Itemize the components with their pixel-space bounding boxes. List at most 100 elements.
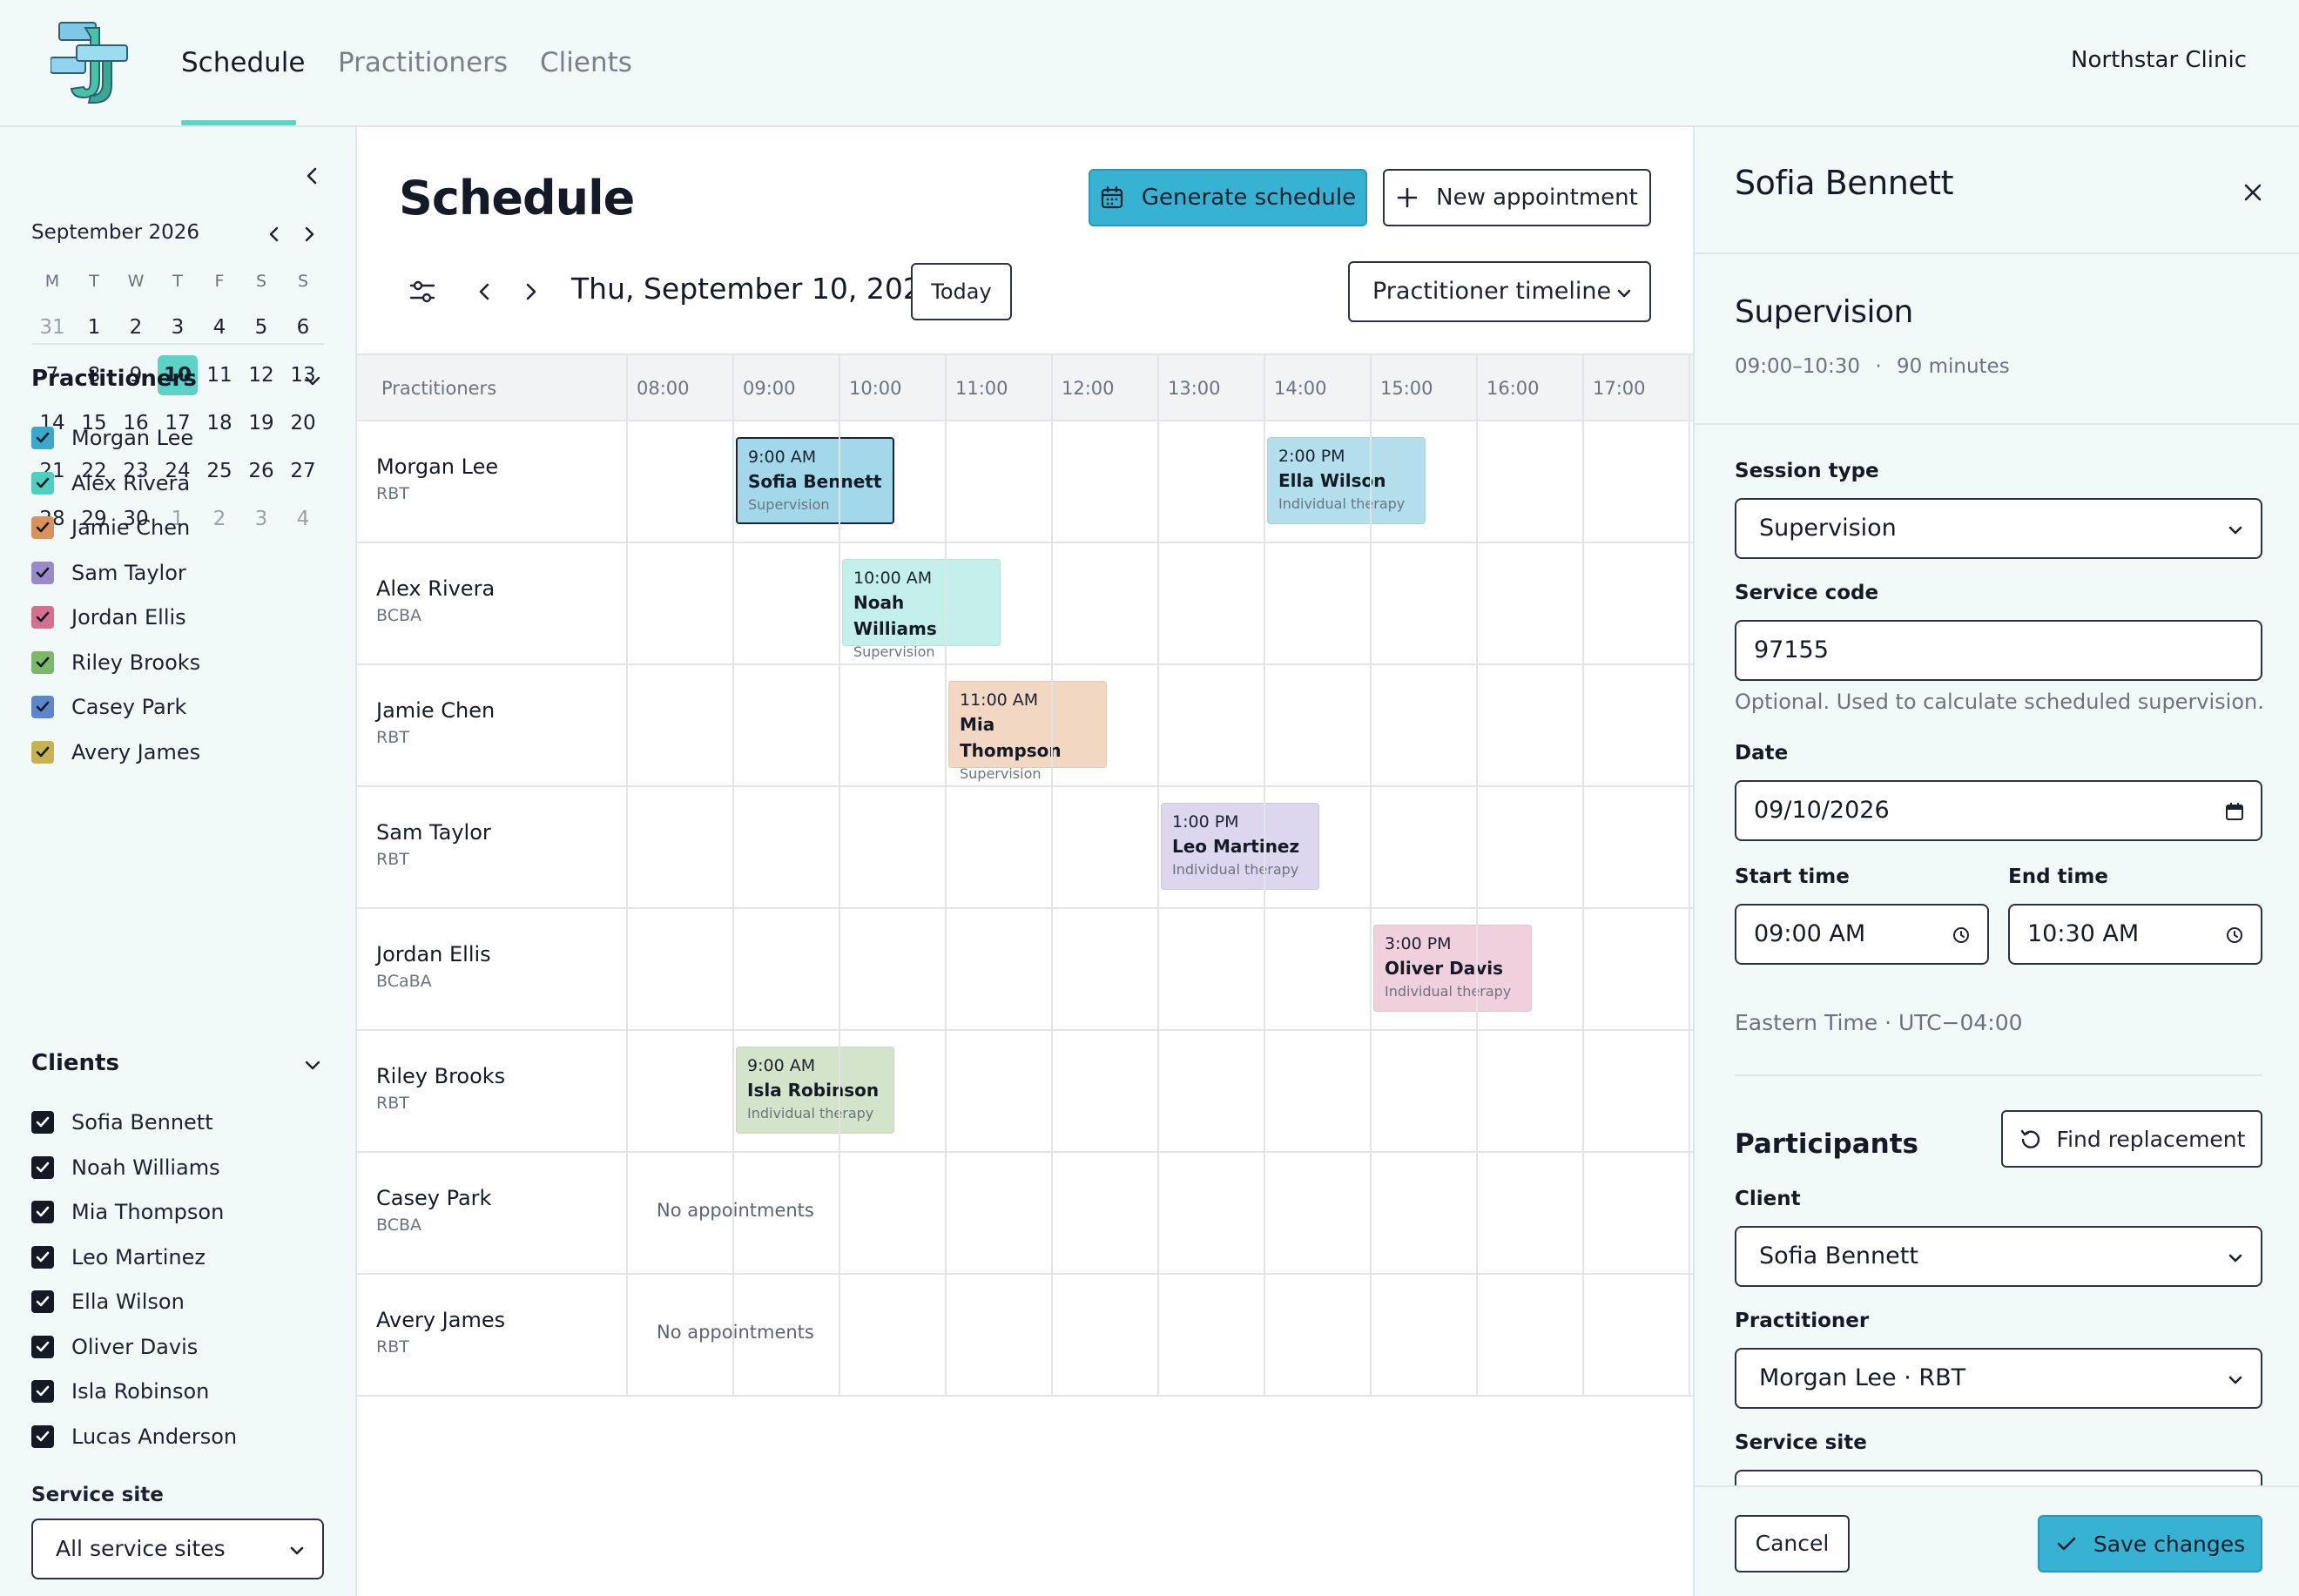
checkbox[interactable]	[31, 606, 54, 629]
checkbox[interactable]	[31, 740, 54, 764]
calendar-day[interactable]: 19	[240, 403, 282, 443]
calendar-day[interactable]: 20	[282, 403, 324, 443]
next-month-icon[interactable]	[296, 221, 322, 247]
row-practitioner-name[interactable]: Alex Rivera	[376, 576, 495, 601]
calendar-icon[interactable]	[2224, 801, 2245, 822]
calendar-day[interactable]: 11	[199, 355, 240, 395]
client-filter-item[interactable]: Mia Thompson	[31, 1197, 224, 1227]
tab-practitioners[interactable]: Practitioners	[338, 44, 508, 82]
calendar-day[interactable]: 2	[199, 499, 240, 539]
appointment-card[interactable]: 9:00 AM Sofia Bennett Supervision	[736, 437, 894, 524]
calendar-day[interactable]: 26	[240, 451, 282, 491]
clock-icon[interactable]	[2224, 925, 2245, 946]
tab-clients[interactable]: Clients	[540, 44, 632, 82]
appointment-card[interactable]: 11:00 AM Mia Thompson Supervision	[948, 681, 1107, 782]
calendar-day[interactable]: 25	[199, 451, 240, 491]
client-filter-item[interactable]: Isla Robinson	[31, 1377, 209, 1406]
checkbox[interactable]	[31, 1201, 54, 1223]
generate-schedule-button[interactable]: Generate schedule	[1089, 169, 1367, 226]
row-practitioner-name[interactable]: Riley Brooks	[376, 1064, 505, 1088]
calendar-day[interactable]: 12	[240, 355, 282, 395]
checkbox[interactable]	[31, 1424, 54, 1448]
service-code-input[interactable]: 97155	[1735, 620, 2262, 681]
chevron-down-icon[interactable]	[301, 369, 324, 392]
checkbox[interactable]	[31, 696, 54, 718]
client-filter-item[interactable]: Noah Williams	[31, 1153, 220, 1182]
checkbox[interactable]	[31, 471, 54, 495]
practitioner-filter-item[interactable]: Jamie Chen	[31, 513, 190, 542]
calendar-day[interactable]: 18	[199, 403, 240, 443]
start-time-input[interactable]: 09:00 AM	[1735, 904, 1989, 965]
close-icon[interactable]	[2240, 179, 2266, 205]
new-appointment-button[interactable]: New appointment	[1383, 169, 1651, 226]
practitioner-filter-item[interactable]: Jordan Ellis	[31, 603, 186, 632]
practitioner-filter-item[interactable]: Alex Rivera	[31, 468, 190, 498]
collapse-sidebar-icon[interactable]	[298, 162, 326, 190]
today-button[interactable]: Today	[911, 263, 1012, 320]
practitioner-filter-item[interactable]: Avery James	[31, 737, 200, 767]
calendar-day[interactable]: 4	[199, 307, 240, 347]
save-changes-button[interactable]: Save changes	[2038, 1515, 2262, 1572]
checkbox[interactable]	[31, 1155, 54, 1179]
date-input[interactable]: 09/10/2026	[1735, 780, 2262, 841]
org-name[interactable]: Northstar Clinic	[2071, 47, 2247, 73]
practitioners-section-title[interactable]: Practitioners	[31, 366, 197, 392]
tab-schedule[interactable]: Schedule	[181, 44, 305, 82]
find-replacement-button[interactable]: Find replacement	[2001, 1110, 2262, 1168]
checkbox[interactable]	[31, 1335, 54, 1358]
checkbox[interactable]	[31, 516, 54, 539]
row-practitioner-name[interactable]: Jamie Chen	[376, 698, 495, 723]
practitioner-filter-item[interactable]: Riley Brooks	[31, 648, 200, 677]
calendar-day[interactable]: 3	[240, 499, 282, 539]
client-filter-item[interactable]: Lucas Anderson	[31, 1422, 237, 1451]
calendar-day[interactable]: 1	[73, 307, 115, 347]
calendar-day[interactable]: 31	[31, 307, 73, 347]
next-day-icon[interactable]	[517, 279, 543, 305]
calendar-day[interactable]: 27	[282, 451, 324, 491]
prev-day-icon[interactable]	[472, 279, 498, 305]
appointment-card[interactable]: 9:00 AM Isla Robinson Individual therapy	[736, 1047, 894, 1134]
checkbox[interactable]	[31, 1245, 54, 1269]
appointment-card[interactable]: 3:00 PM Oliver Davis Individual therapy	[1373, 925, 1532, 1012]
clients-section-title[interactable]: Clients	[31, 1050, 119, 1076]
app-logo[interactable]	[51, 19, 131, 106]
practitioner-filter-item[interactable]: Sam Taylor	[31, 558, 186, 588]
client-select[interactable]: Sofia Bennett	[1735, 1226, 2262, 1287]
practitioner-filter-item[interactable]: Casey Park	[31, 692, 186, 722]
appointment-card[interactable]: 10:00 AM Noah Williams Supervision	[842, 559, 1001, 660]
clock-icon[interactable]	[1951, 925, 1972, 946]
calendar-day[interactable]: 3	[157, 307, 199, 347]
row-practitioner-name[interactable]: Sam Taylor	[376, 820, 491, 845]
view-mode-select[interactable]: Practitioner timeline	[1348, 261, 1651, 322]
calendar-day[interactable]: 6	[282, 307, 324, 347]
calendar-day[interactable]: 2	[115, 307, 157, 347]
service-site-select[interactable]: All service sites	[31, 1519, 324, 1579]
end-time-input[interactable]: 10:30 AM	[2008, 904, 2262, 965]
appointment-card[interactable]: 2:00 PM Ella Wilson Individual therapy	[1267, 437, 1426, 524]
client-filter-item[interactable]: Oliver Davis	[31, 1332, 198, 1362]
checkbox[interactable]	[31, 561, 54, 584]
panel-footer: Cancel Save changes	[1695, 1485, 2299, 1596]
checkbox[interactable]	[31, 1380, 54, 1403]
row-practitioner-name[interactable]: Morgan Lee	[376, 455, 498, 479]
cancel-button[interactable]: Cancel	[1735, 1515, 1850, 1572]
client-filter-item[interactable]: Leo Martinez	[31, 1242, 206, 1272]
calendar-day[interactable]: 5	[240, 307, 282, 347]
appointment-card[interactable]: 1:00 PM Leo Martinez Individual therapy	[1161, 803, 1319, 890]
row-practitioner-name[interactable]: Jordan Ellis	[376, 942, 491, 966]
filter-sliders-icon[interactable]	[408, 277, 437, 306]
checkbox[interactable]	[31, 1111, 54, 1134]
calendar-day[interactable]: 4	[282, 499, 324, 539]
chevron-down-icon[interactable]	[301, 1054, 324, 1076]
checkbox[interactable]	[31, 427, 54, 449]
session-type-select[interactable]: Supervision	[1735, 498, 2262, 559]
practitioner-filter-item[interactable]: Morgan Lee	[31, 423, 193, 453]
checkbox[interactable]	[31, 650, 54, 674]
checkbox[interactable]	[31, 1290, 54, 1313]
client-filter-item[interactable]: Sofia Bennett	[31, 1108, 213, 1137]
row-practitioner-name[interactable]: Avery James	[376, 1308, 505, 1332]
client-filter-item[interactable]: Ella Wilson	[31, 1287, 185, 1317]
prev-month-icon[interactable]	[261, 221, 287, 247]
row-practitioner-name[interactable]: Casey Park	[376, 1186, 491, 1210]
practitioner-select[interactable]: Morgan Lee · RBT	[1735, 1348, 2262, 1409]
